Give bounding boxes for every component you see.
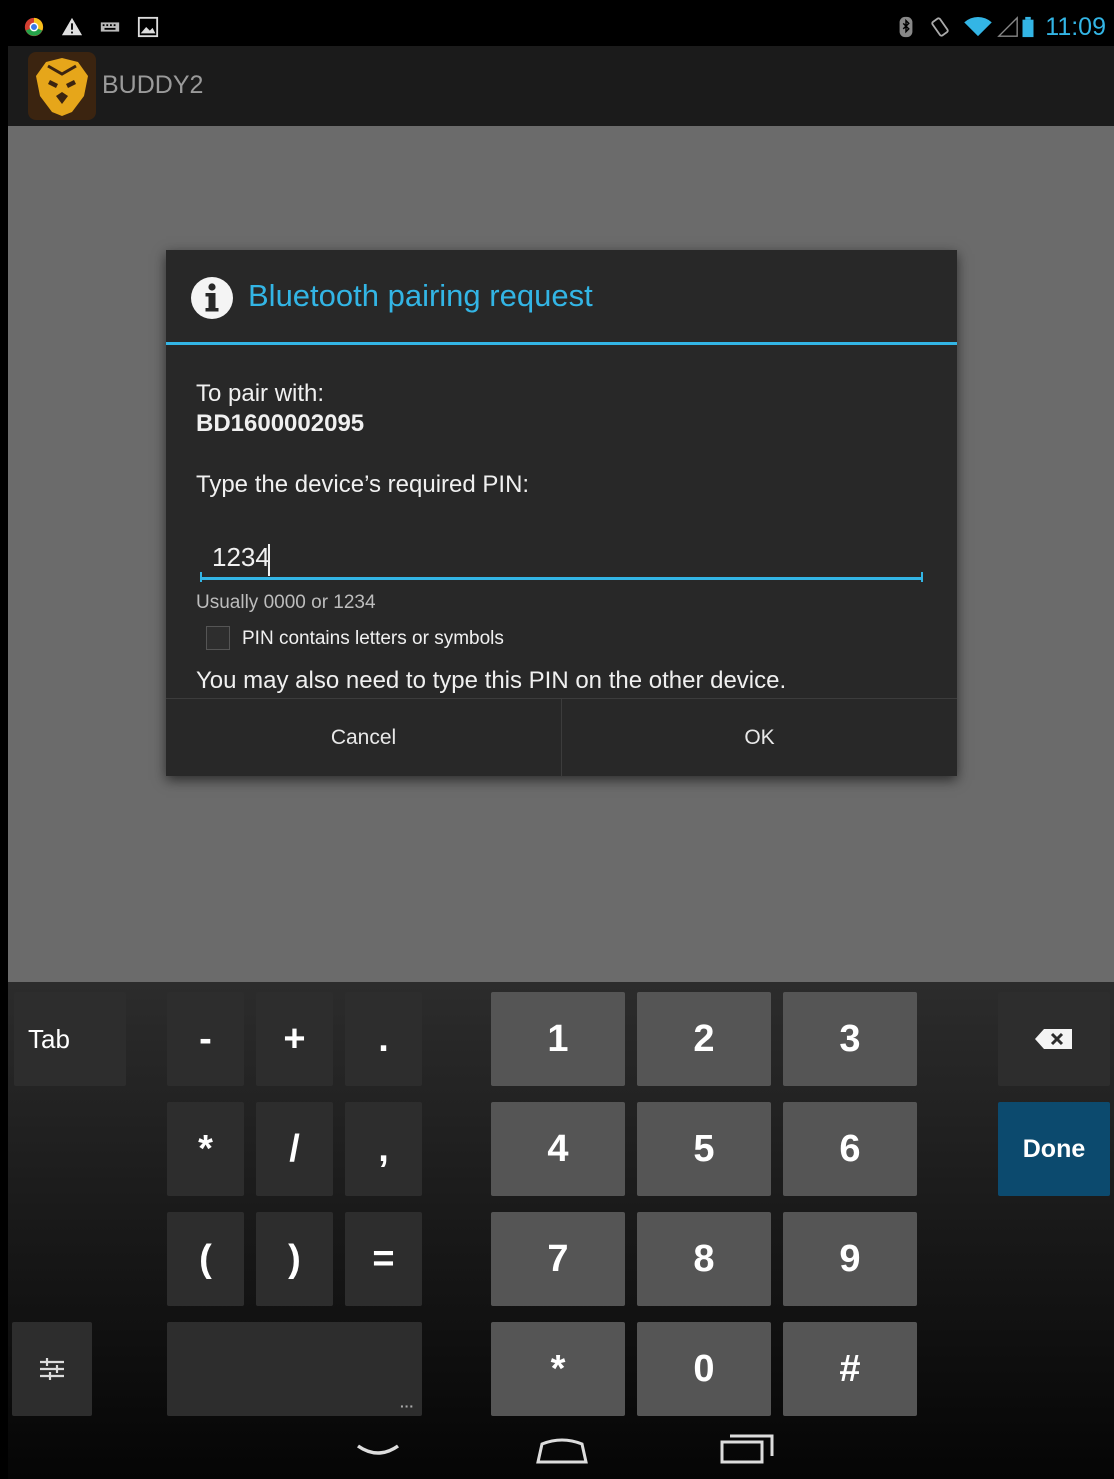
space-key-dots: ···	[400, 1398, 414, 1414]
action-bar: BUDDY2	[8, 46, 1114, 126]
key-0[interactable]: 0	[637, 1322, 771, 1416]
key-4[interactable]: 4	[491, 1102, 625, 1196]
device-name: BD1600002095	[196, 410, 365, 437]
pin-field[interactable]	[200, 538, 923, 584]
bluetooth-pairing-dialog: Bluetooth pairing request To pair with: …	[166, 250, 957, 777]
key-period[interactable]: .	[345, 992, 422, 1086]
text-cursor	[268, 544, 270, 576]
dialog-title: Bluetooth pairing request	[248, 278, 593, 313]
clock: 11:09	[1045, 13, 1106, 41]
numeric-keyboard: Tab - + . 1 2 3 * / , 4 5 6 Done ( ) = 7…	[8, 982, 1114, 1479]
keyboard-icon	[100, 22, 120, 32]
warning-icon	[61, 17, 83, 36]
wifi-icon	[964, 17, 992, 37]
signal-icon	[997, 16, 1018, 37]
navigation-bar	[8, 1422, 1114, 1479]
space-key[interactable]: ···	[167, 1322, 422, 1416]
image-icon	[137, 16, 159, 38]
key-plus[interactable]: +	[256, 992, 333, 1086]
ok-button[interactable]: OK	[562, 699, 957, 777]
key-7[interactable]: 7	[491, 1212, 625, 1306]
key-3[interactable]: 3	[783, 992, 917, 1086]
status-bar: 11:09	[8, 8, 1114, 46]
back-down-icon[interactable]	[354, 1440, 402, 1462]
pin-input[interactable]	[200, 538, 923, 580]
key-comma[interactable]: ,	[345, 1102, 422, 1196]
pin-note: You may also need to type this PIN on th…	[196, 667, 787, 694]
key-minus[interactable]: -	[167, 992, 244, 1086]
pin-underline-left	[200, 572, 202, 582]
done-key[interactable]: Done	[998, 1102, 1110, 1196]
app-title: BUDDY2	[102, 71, 204, 99]
key-2[interactable]: 2	[637, 992, 771, 1086]
recent-apps-icon[interactable]	[718, 1430, 776, 1466]
backspace-icon	[1035, 1029, 1072, 1049]
key-9[interactable]: 9	[783, 1212, 917, 1306]
key-slash[interactable]: /	[256, 1102, 333, 1196]
bluetooth-icon	[899, 16, 913, 38]
key-asterisk[interactable]: *	[167, 1102, 244, 1196]
key-8[interactable]: 8	[637, 1212, 771, 1306]
pin-prompt: Type the device’s required PIN:	[196, 471, 530, 498]
key-5[interactable]: 5	[637, 1102, 771, 1196]
info-icon	[191, 277, 233, 319]
home-icon[interactable]	[534, 1432, 590, 1466]
backspace-key[interactable]	[998, 992, 1110, 1086]
pair-with-label: To pair with:	[196, 380, 325, 407]
pin-hint: Usually 0000 or 1234	[196, 592, 376, 613]
key-1[interactable]: 1	[491, 992, 625, 1086]
pin-letters-checkbox[interactable]	[206, 626, 230, 650]
chrome-icon	[24, 17, 44, 37]
key-hash[interactable]: #	[783, 1322, 917, 1416]
settings-key[interactable]	[12, 1322, 92, 1416]
key-star[interactable]: *	[491, 1322, 625, 1416]
dialog-header: Bluetooth pairing request	[166, 250, 957, 345]
cancel-button[interactable]: Cancel	[166, 699, 561, 777]
pin-letters-label[interactable]: PIN contains letters or symbols	[242, 628, 504, 650]
key-close-paren[interactable]: )	[256, 1212, 333, 1306]
key-open-paren[interactable]: (	[167, 1212, 244, 1306]
sliders-icon	[40, 1358, 64, 1380]
key-equals[interactable]: =	[345, 1212, 422, 1306]
lion-logo-icon[interactable]	[28, 52, 96, 120]
rotate-icon	[931, 17, 949, 37]
battery-icon	[1022, 16, 1034, 38]
dialog-button-bar: Cancel OK	[166, 698, 957, 777]
key-tab[interactable]: Tab	[14, 992, 126, 1086]
pin-underline-right	[921, 572, 923, 582]
key-6[interactable]: 6	[783, 1102, 917, 1196]
